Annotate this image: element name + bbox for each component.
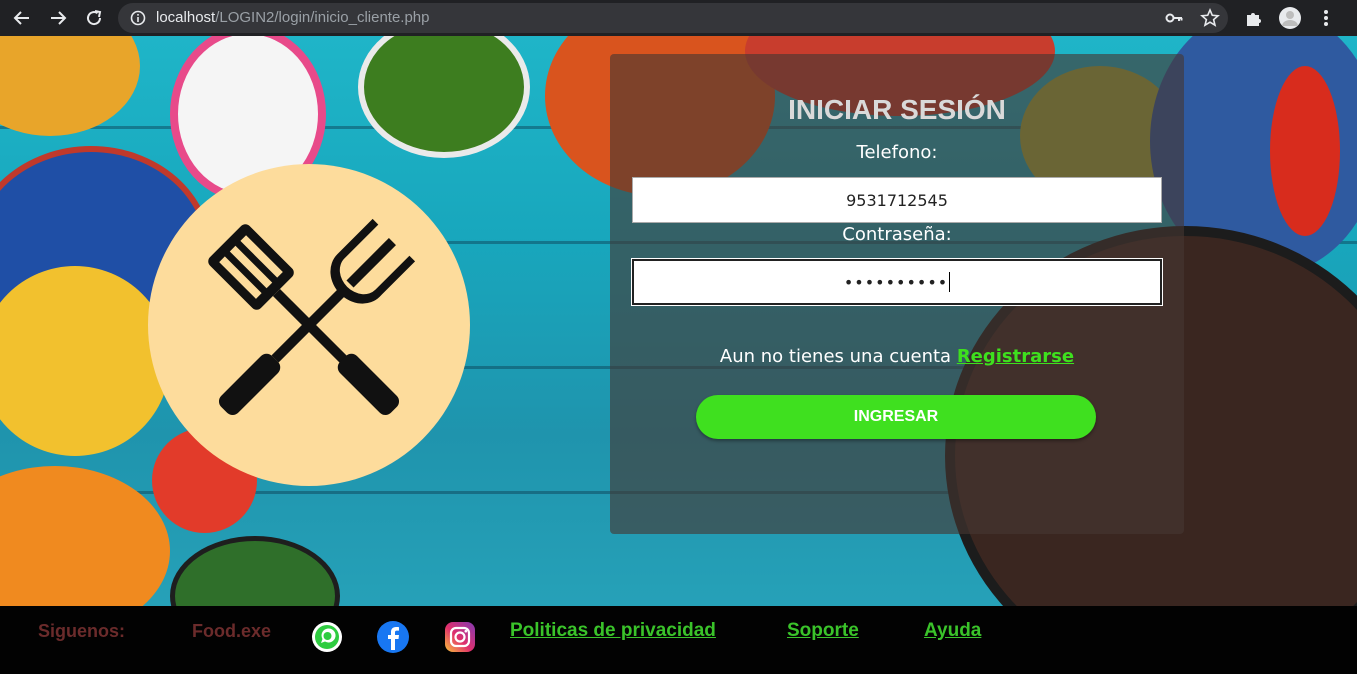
phone-label: Telefono: xyxy=(856,142,938,163)
nachos-decoration xyxy=(0,36,140,136)
address-bar[interactable]: localhost/LOGIN2/login/inicio_cliente.ph… xyxy=(118,3,1228,33)
password-mask: •••••••••• xyxy=(843,272,949,292)
salsa-verde-decoration xyxy=(358,36,530,158)
star-icon[interactable] xyxy=(1198,6,1222,30)
page-title: INICIAR SESIÓN xyxy=(788,94,1006,125)
footer: Siguenos: Food.exe Politicas de privacid… xyxy=(0,606,1357,674)
logo xyxy=(148,164,470,486)
page-background: INICIAR SESIÓN Telefono: 9531712545 Cont… xyxy=(0,36,1357,606)
phone-input[interactable]: 9531712545 xyxy=(632,177,1162,223)
url-path: /LOGIN2/login/inicio_cliente.php xyxy=(215,9,430,26)
spatula-fork-icon xyxy=(208,218,416,416)
browser-toolbar: localhost/LOGIN2/login/inicio_cliente.ph… xyxy=(0,0,1357,36)
login-panel: INICIAR SESIÓN Telefono: 9531712545 Cont… xyxy=(610,54,1184,534)
reload-icon[interactable] xyxy=(82,6,106,30)
back-icon[interactable] xyxy=(10,6,34,30)
forward-icon[interactable] xyxy=(46,6,70,30)
red-pepper-decoration xyxy=(1270,66,1340,236)
instagram-icon[interactable] xyxy=(443,620,477,654)
url-text: localhost/LOGIN2/login/inicio_cliente.ph… xyxy=(156,9,430,26)
whatsapp-icon[interactable] xyxy=(310,620,344,654)
password-label: Contraseña: xyxy=(842,224,952,245)
cilantro-bowl-decoration xyxy=(170,536,340,606)
brand-name: Food.exe xyxy=(192,621,272,641)
help-link[interactable]: Ayuda xyxy=(924,620,981,642)
register-prompt-line: Aun no tienes una cuenta Registrarse xyxy=(610,346,1184,367)
follow-label: Siguenos: xyxy=(38,621,126,641)
support-link[interactable]: Soporte xyxy=(787,620,859,642)
password-input[interactable]: •••••••••• xyxy=(631,258,1163,306)
register-prompt: Aun no tienes una cuenta xyxy=(719,346,952,367)
profile-icon[interactable] xyxy=(1278,6,1302,30)
key-icon[interactable] xyxy=(1162,6,1186,30)
papaya-decoration xyxy=(0,466,170,606)
facebook-icon[interactable] xyxy=(376,620,410,654)
register-link[interactable]: Registrarse xyxy=(957,346,1074,367)
info-icon[interactable] xyxy=(130,10,146,30)
menu-icon[interactable] xyxy=(1314,6,1338,30)
privacy-policy-link[interactable]: Politicas de privacidad xyxy=(510,620,716,642)
login-button[interactable]: INGRESAR xyxy=(696,395,1096,439)
extensions-icon[interactable] xyxy=(1242,6,1266,30)
url-host: localhost xyxy=(156,9,216,26)
text-cursor xyxy=(949,272,951,292)
